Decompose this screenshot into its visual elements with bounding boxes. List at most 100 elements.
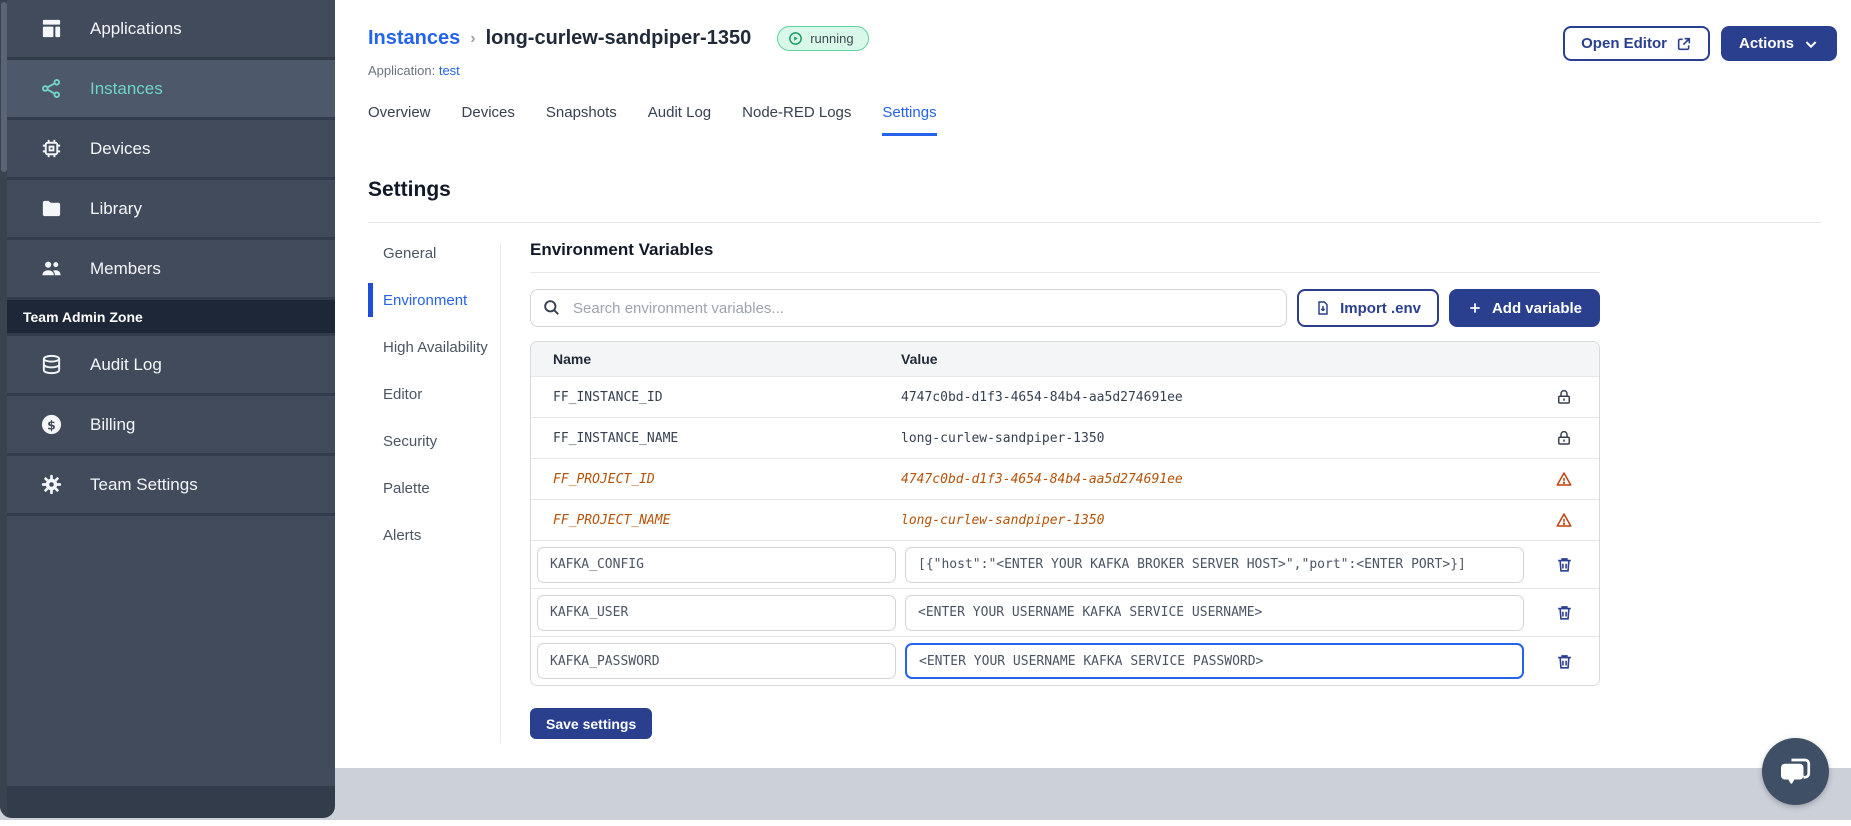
open-editor-button[interactable]: Open Editor — [1563, 26, 1710, 61]
tab-settings[interactable]: Settings — [882, 104, 937, 136]
trash-icon — [1557, 558, 1571, 572]
subnav-editor[interactable]: Editor — [383, 384, 495, 405]
tab-overview[interactable]: Overview — [368, 104, 431, 136]
breadcrumb-instances-link[interactable]: Instances — [368, 27, 460, 50]
sidebar-item-library[interactable]: Library — [7, 180, 335, 237]
search-input[interactable] — [530, 289, 1288, 327]
env-var-name-input[interactable] — [537, 643, 896, 679]
column-header-value: Value — [901, 351, 938, 367]
save-settings-button[interactable]: Save settings — [530, 708, 653, 739]
sidebar-item-label: Library — [90, 198, 142, 218]
table-row: FF_PROJECT_ID 4747c0bd-d1f3-4654-84b4-aa… — [531, 459, 1599, 500]
env-var-value-input[interactable] — [905, 594, 1524, 631]
sidebar-item-audit-log[interactable]: Audit Log — [7, 336, 335, 393]
sidebar-scrollbar[interactable] — [0, 0, 7, 818]
env-var-value: 4747c0bd-d1f3-4654-84b4-aa5d274691ee — [901, 389, 1183, 405]
audit-log-icon — [39, 353, 63, 377]
chat-bubble-icon — [1780, 758, 1810, 784]
billing-icon: $ — [39, 413, 63, 437]
application-line: Application: test — [368, 63, 460, 78]
sidebar: Applications Instances Devices Library M… — [0, 0, 335, 818]
chat-widget-button[interactable] — [1762, 738, 1829, 805]
instances-icon — [39, 77, 63, 101]
table-header: Name Value — [531, 342, 1599, 377]
tab-node-red-logs[interactable]: Node-RED Logs — [742, 104, 851, 136]
subnav-environment[interactable]: Environment — [368, 283, 495, 317]
sidebar-item-applications[interactable]: Applications — [7, 0, 335, 57]
env-var-name: FF_PROJECT_NAME — [553, 512, 671, 528]
page: Applications Instances Devices Library M… — [0, 0, 1851, 826]
delete-variable-button[interactable] — [1555, 652, 1574, 671]
subnav-high-availability[interactable]: High Availability — [383, 337, 495, 358]
delete-variable-button[interactable] — [1555, 555, 1574, 574]
env-var-value-input[interactable] — [905, 546, 1524, 583]
tab-audit-log[interactable]: Audit Log — [648, 104, 711, 136]
subnav-general[interactable]: General — [383, 243, 495, 264]
plus-icon — [1470, 303, 1480, 313]
sidebar-item-instances[interactable]: Instances — [7, 60, 335, 117]
breadcrumb: Instances › long-curlew-sandpiper-1350 r… — [368, 26, 869, 51]
sidebar-item-label: Devices — [90, 138, 151, 158]
settings-divider — [368, 222, 1821, 223]
environment-panel: Environment Variables Import .env Add va… — [530, 240, 1600, 739]
lock-icon — [1529, 429, 1599, 447]
members-icon — [39, 257, 63, 281]
settings-subnav: General Environment High Availability Ed… — [368, 243, 495, 572]
sidebar-filler — [7, 516, 335, 786]
delete-variable-button[interactable] — [1555, 603, 1574, 622]
team-settings-icon — [39, 473, 63, 497]
tab-snapshots[interactable]: Snapshots — [546, 104, 617, 136]
table-row: FF_PROJECT_NAME long-curlew-sandpiper-13… — [531, 500, 1599, 541]
instance-name: long-curlew-sandpiper-1350 — [485, 27, 752, 49]
application-link[interactable]: test — [439, 63, 460, 78]
environment-variables-title: Environment Variables — [530, 240, 1600, 273]
tab-devices[interactable]: Devices — [462, 104, 515, 136]
table-row — [531, 637, 1599, 685]
subnav-alerts[interactable]: Alerts — [383, 525, 495, 546]
sidebar-item-devices[interactable]: Devices — [7, 120, 335, 177]
subnav-palette[interactable]: Palette — [383, 478, 495, 499]
env-var-name-input[interactable] — [537, 546, 896, 583]
settings-title: Settings — [368, 178, 451, 201]
play-circle-icon — [789, 32, 803, 45]
env-var-name: FF_INSTANCE_NAME — [553, 430, 679, 446]
env-var-value-input-focused[interactable] — [905, 643, 1524, 679]
lock-icon — [1529, 388, 1599, 406]
subnav-divider — [500, 243, 501, 743]
instance-tabs: Overview Devices Snapshots Audit Log Nod… — [368, 104, 937, 136]
column-header-name: Name — [553, 351, 592, 367]
env-var-value: 4747c0bd-d1f3-4654-84b4-aa5d274691ee — [901, 471, 1183, 487]
env-var-name-input[interactable] — [537, 594, 896, 631]
actions-button[interactable]: Actions — [1720, 26, 1837, 61]
chevron-down-icon — [1805, 40, 1817, 48]
status-badge: running — [777, 26, 869, 51]
main-content: Instances › long-curlew-sandpiper-1350 r… — [335, 0, 1851, 768]
sidebar-item-label: Members — [90, 258, 161, 278]
trash-icon — [1557, 606, 1571, 620]
warning-icon — [1529, 470, 1599, 488]
sidebar-item-label: Instances — [90, 78, 163, 98]
sidebar-item-team-settings[interactable]: Team Settings — [7, 456, 335, 513]
breadcrumb-separator: › — [470, 29, 476, 47]
sidebar-item-billing[interactable]: $ Billing — [7, 396, 335, 453]
table-row: FF_INSTANCE_NAME long-curlew-sandpiper-1… — [531, 418, 1599, 459]
sidebar-item-label: Billing — [90, 414, 136, 434]
sidebar-item-members[interactable]: Members — [7, 240, 335, 297]
devices-icon — [39, 137, 63, 161]
trash-icon — [1557, 654, 1571, 669]
subnav-security[interactable]: Security — [383, 431, 495, 452]
svg-text:$: $ — [47, 417, 56, 432]
env-var-value: long-curlew-sandpiper-1350 — [901, 512, 1105, 528]
table-row — [531, 589, 1599, 637]
warning-icon — [1529, 511, 1599, 529]
add-variable-button[interactable]: Add variable — [1448, 289, 1600, 327]
applications-icon — [39, 17, 63, 41]
library-icon — [39, 197, 63, 221]
search-icon — [544, 300, 559, 315]
import-env-button[interactable]: Import .env — [1297, 289, 1439, 327]
sidebar-item-label: Applications — [90, 18, 182, 38]
env-variables-table: Name Value FF_INSTANCE_ID 4747c0bd-d1f3-… — [530, 341, 1600, 686]
env-var-name: FF_INSTANCE_ID — [553, 389, 663, 405]
status-label: running — [810, 31, 854, 46]
sidebar-section-team-admin-zone: Team Admin Zone — [7, 300, 335, 333]
